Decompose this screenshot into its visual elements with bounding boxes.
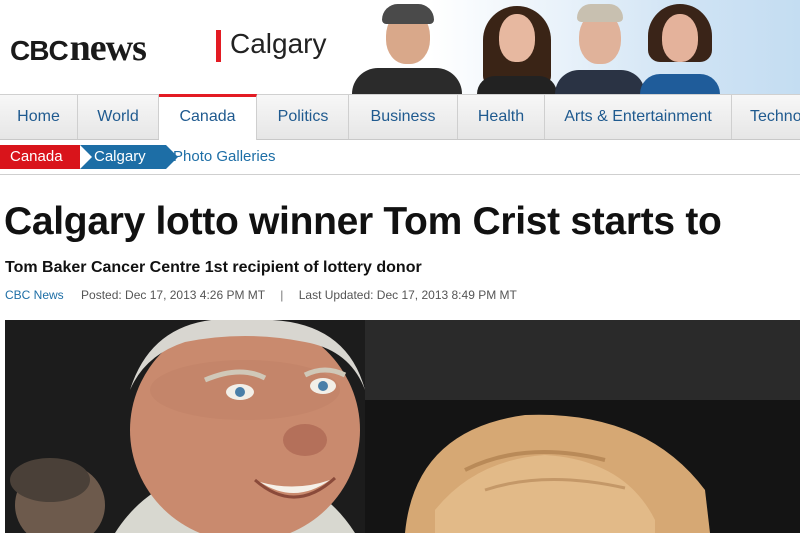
logo-cbc-text: CBC	[10, 35, 69, 66]
nav-health[interactable]: Health	[458, 95, 545, 139]
section-city-title: Calgary	[230, 28, 327, 59]
anchor-photo-2	[477, 0, 557, 94]
anchor-photo-4	[640, 0, 720, 94]
breadcrumb-photo-galleries[interactable]: Photo Galleries	[173, 145, 276, 169]
nav-politics[interactable]: Politics	[258, 95, 349, 139]
article-meta: CBC News Posted: Dec 17, 2013 4:26 PM MT…	[5, 288, 517, 302]
anchor-photo-3	[555, 0, 645, 94]
logo-divider	[216, 30, 221, 62]
article-source-link[interactable]: CBC News	[5, 288, 64, 302]
anchor-photo-1	[352, 0, 462, 94]
meta-separator: |	[280, 288, 284, 302]
nav-technology[interactable]: Techno	[732, 95, 800, 139]
nav-business[interactable]: Business	[349, 95, 458, 139]
nav-home[interactable]: Home	[0, 95, 78, 139]
article-headline: Calgary lotto winner Tom Crist starts to	[4, 200, 722, 243]
article-subheadline: Tom Baker Cancer Centre 1st recipient of…	[5, 259, 422, 276]
main-navigation: Home World Canada Politics Business Heal…	[0, 94, 800, 140]
article-photo	[5, 320, 800, 533]
updated-date: Last Updated: Dec 17, 2013 8:49 PM MT	[298, 288, 517, 302]
nav-world[interactable]: World	[78, 95, 159, 139]
nav-canada[interactable]: Canada	[159, 94, 257, 140]
breadcrumb: Canada Calgary Photo Galleries	[0, 140, 800, 175]
logo-news-text: news	[69, 27, 147, 69]
breadcrumb-calgary[interactable]: Calgary	[80, 145, 178, 169]
breadcrumb-canada[interactable]: Canada	[0, 145, 94, 169]
nav-arts-entertainment[interactable]: Arts & Entertainment	[545, 95, 732, 139]
photo-illustration	[5, 320, 800, 533]
site-header: CBC news Calgary	[0, 0, 800, 94]
posted-date: Posted: Dec 17, 2013 4:26 PM MT	[81, 288, 265, 302]
cbc-news-logo[interactable]: CBC news	[10, 26, 147, 69]
